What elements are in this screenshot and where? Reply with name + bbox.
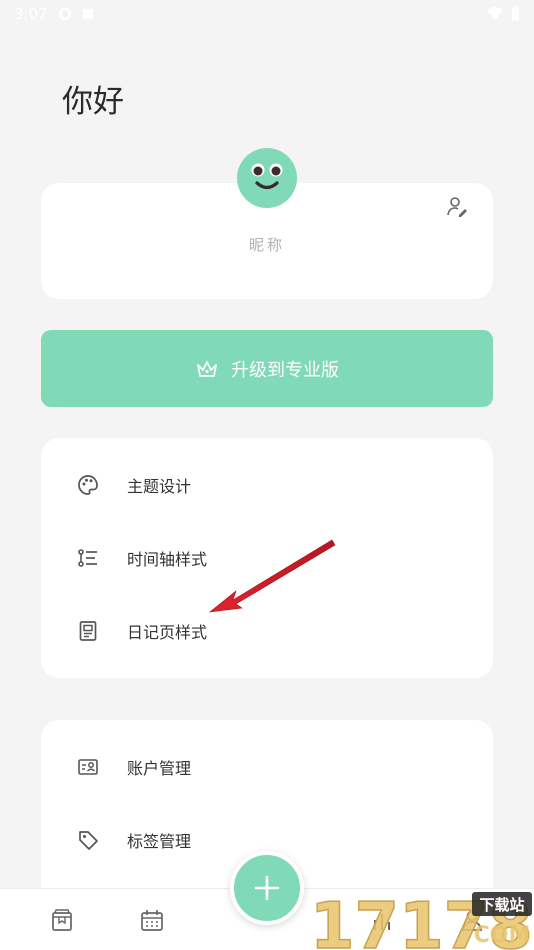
upgrade-label: 升级到专业版 [231,359,339,381]
status-bar: 3:07 [0,0,534,28]
greeting-title: 你好 [62,84,124,120]
status-time: 3:07 [14,5,48,23]
palette-icon [77,474,99,496]
add-icon [254,875,280,901]
watermark-domain: COM [474,923,531,948]
nickname[interactable]: 昵称 [41,234,493,255]
annotation-arrow [208,539,336,613]
menu-item-label: 主题设计 [127,477,192,496]
menu-item-account-management[interactable]: 账户管理 [41,742,493,792]
diary-page-icon [77,620,99,642]
calendar-icon[interactable] [139,908,165,934]
edit-profile-icon[interactable] [445,195,469,219]
diary-book-icon[interactable] [49,908,75,934]
battery-icon [512,7,519,21]
menu-item-label: 日记页样式 [127,623,208,642]
timeline-icon [77,547,99,569]
menu-item-label: 账户管理 [127,759,192,778]
menu-item-theme-design[interactable]: 主题设计 [41,460,493,510]
watermark-badge: 下载站 [479,896,524,914]
crown-icon [197,360,217,377]
settings-status-icon [58,7,71,21]
avatar[interactable] [237,148,297,208]
site-watermark: 17178 下载站 COM [309,889,533,950]
notification-status-icon [82,9,93,19]
wifi-icon [487,7,503,20]
account-card-icon [77,756,99,778]
upgrade-pro-button[interactable]: 升级到专业版 [41,330,493,407]
menu-item-label: 标签管理 [127,832,192,851]
add-entry-button[interactable] [230,851,304,925]
menu-item-label: 时间轴样式 [127,550,208,569]
tag-icon [77,829,99,851]
